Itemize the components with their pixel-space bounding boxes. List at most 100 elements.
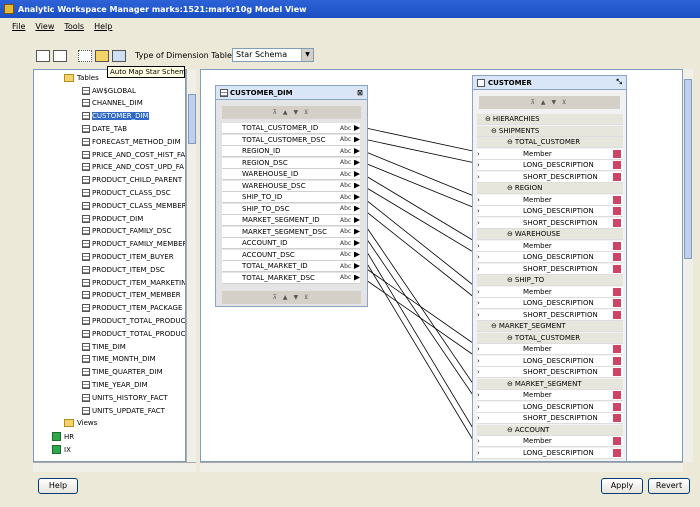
canvas-vertical-scrollbar[interactable] <box>683 69 693 462</box>
tree-folder-views[interactable]: Views <box>64 416 97 429</box>
tree-table-item[interactable]: PRICE_AND_COST_UPD_FA <box>82 161 184 174</box>
expand-icon[interactable]: ⤡ <box>616 78 622 87</box>
tree-vertical-scrollbar[interactable] <box>186 69 196 462</box>
attribute-row[interactable]: › LONG_DESCRIPTION <box>477 447 623 459</box>
tree-table-item[interactable]: TIME_DIM <box>82 340 126 353</box>
collapse-icon[interactable]: ⊖ <box>485 115 491 123</box>
table-column-row[interactable]: MARKET_SEGMENT_ID Abc <box>222 215 360 226</box>
mapping-target-icon[interactable]: › <box>477 253 485 261</box>
tree-table-item[interactable]: PRODUCT_FAMILY_DSC <box>82 225 172 238</box>
collapse-icon[interactable]: ⊖ <box>507 426 513 434</box>
mapping-target-icon[interactable]: › <box>477 196 485 204</box>
connector-icon[interactable] <box>354 240 360 246</box>
chevron-down-icon[interactable]: ▼ <box>301 49 313 61</box>
hierarchy-level-row[interactable]: ⊖ HIERARCHIES <box>477 114 623 125</box>
attribute-row[interactable]: › SHORT_DESCRIPTION <box>477 217 623 229</box>
attribute-row[interactable]: › Member <box>477 194 623 206</box>
table-column-row[interactable]: TOTAL_CUSTOMER_DSC Abc <box>222 134 360 146</box>
revert-button[interactable]: Revert <box>648 478 690 494</box>
scroll-thumb[interactable] <box>684 79 692 259</box>
customer-dimension-node[interactable]: CUSTOMER ⤡ ⊼ ▲ ▼ ⊻ ⊖ HIERARCHIES ⊖ SHIPMENT… <box>472 75 627 461</box>
connector-icon[interactable] <box>354 125 360 131</box>
table-column-row[interactable]: TOTAL_MARKET_ID Abc <box>222 261 360 272</box>
tree-table-item[interactable]: PRODUCT_CLASS_MEMBER <box>82 199 185 212</box>
mapping-target-icon[interactable]: › <box>477 403 485 411</box>
mapping-target-icon[interactable]: › <box>477 357 485 365</box>
table-column-row[interactable]: WAREHOUSE_ID Abc <box>222 169 360 180</box>
hierarchy-level-row[interactable]: ⊖ MARKET_SEGMENT <box>477 321 623 332</box>
connector-icon[interactable] <box>354 205 360 212</box>
mapping-target-icon[interactable]: › <box>477 449 485 457</box>
menu-tools[interactable]: Tools <box>64 22 84 31</box>
tree-table-item[interactable]: PRODUCT_ITEM_BUYER <box>82 250 174 263</box>
attribute-row[interactable]: › SHORT_DESCRIPTION <box>477 367 623 378</box>
connector-icon[interactable] <box>354 251 360 258</box>
attribute-row[interactable]: › Member <box>477 240 623 252</box>
tree-table-item[interactable]: PRODUCT_CLASS_DSC <box>82 186 171 199</box>
mapping-target-icon[interactable]: › <box>477 150 485 158</box>
hierarchy-icon[interactable] <box>112 50 126 62</box>
table-column-row[interactable]: REGION_DSC Abc <box>222 157 360 169</box>
table-column-row[interactable]: ACCOUNT_DSC Abc <box>222 249 360 261</box>
table-column-row[interactable]: MARKET_SEGMENT_DSC Abc <box>222 226 360 238</box>
hierarchy-level-row[interactable]: ⊖ SHIP_TO <box>477 275 623 286</box>
tree-table-item[interactable]: PRODUCT_DIM <box>82 212 143 225</box>
attribute-row[interactable]: › LONG_DESCRIPTION <box>477 252 623 263</box>
model-canvas[interactable]: CUSTOMER_DIM ⊠ ⊼ ▲ ▼ ⊻ TOTAL_CUSTOMER_ID… <box>200 69 683 462</box>
tree-schema-item[interactable]: HR <box>52 430 74 443</box>
tree-table-item[interactable]: AW$GLOBAL <box>82 84 136 97</box>
hierarchy-level-row[interactable]: ⊖ TOTAL_CUSTOMER <box>477 137 623 148</box>
connector-icon[interactable] <box>354 148 360 154</box>
attribute-row[interactable]: › Member <box>477 390 623 401</box>
attribute-row[interactable]: › SHORT_DESCRIPTION <box>477 309 623 321</box>
grid-icon[interactable] <box>78 50 92 62</box>
table-column-row[interactable]: ACCOUNT_ID Abc <box>222 238 360 249</box>
tree-table-item[interactable]: PRODUCT_ITEM_MARKETING <box>82 276 185 289</box>
hierarchy-level-row[interactable]: ⊖ TOTAL_CUSTOMER <box>477 332 623 344</box>
attribute-row[interactable]: › LONG_DESCRIPTION <box>477 355 623 367</box>
tree-table-item[interactable]: PRODUCT_ITEM_PACKAGE <box>82 302 182 315</box>
tree-table-item[interactable]: PRODUCT_TOTAL_PRODUCT <box>82 327 185 340</box>
apply-button[interactable]: Apply <box>601 478 643 494</box>
mapping-target-icon[interactable]: › <box>477 311 485 319</box>
scroll-nav-top[interactable]: ⊼ ▲ ▼ ⊻ <box>222 106 361 119</box>
tree-table-item[interactable]: PRICE_AND_COST_HIST_FA <box>82 148 185 161</box>
tree-folder-tables[interactable]: Tables <box>64 71 99 84</box>
attribute-row[interactable]: › Member <box>477 148 623 160</box>
tree-table-item[interactable]: TIME_YEAR_DIM <box>82 378 148 391</box>
table-column-row[interactable]: TOTAL_MARKET_DSC Abc <box>222 272 360 284</box>
mapping-target-icon[interactable]: › <box>477 288 485 296</box>
collapse-icon[interactable]: ⊖ <box>491 127 497 135</box>
hierarchy-level-row[interactable]: ⊖ MARKET_SEGMENT <box>477 378 623 390</box>
collapse-icon[interactable]: ⊖ <box>491 322 497 330</box>
mapping-target-icon[interactable]: › <box>477 345 485 353</box>
tree-table-item[interactable]: UNITS_HISTORY_FACT <box>82 391 168 404</box>
tree-table-item[interactable]: FORECAST_METHOD_DIM <box>82 135 181 148</box>
scroll-nav-bottom[interactable]: ⊼ ▲ ▼ ⊻ <box>222 291 361 304</box>
auto-map-icon[interactable] <box>95 50 109 62</box>
collapse-icon[interactable]: ⊖ <box>507 230 513 238</box>
mapping-target-icon[interactable]: › <box>477 161 485 169</box>
mapping-target-icon[interactable]: › <box>477 368 485 376</box>
tree-table-item[interactable]: TIME_QUARTER_DIM <box>82 366 163 379</box>
mapping-target-icon[interactable]: › <box>477 242 485 250</box>
scroll-thumb[interactable] <box>188 94 196 144</box>
tree-table-item[interactable]: PRODUCT_ITEM_DSC <box>82 263 165 276</box>
table-column-row[interactable]: SHIP_TO_ID Abc <box>222 192 360 203</box>
collapse-icon[interactable]: ⊖ <box>507 276 513 284</box>
menu-help[interactable]: Help <box>94 22 112 31</box>
connector-icon[interactable] <box>354 182 360 189</box>
collapse-icon[interactable]: ⊖ <box>507 334 513 342</box>
attribute-row[interactable]: › SHORT_DESCRIPTION <box>477 171 623 183</box>
tree-table-item[interactable]: TIME_MONTH_DIM <box>82 353 156 366</box>
table-column-row[interactable]: SHIP_TO_DSC Abc <box>222 203 360 215</box>
attribute-row[interactable]: › SHORT_DESCRIPTION <box>477 413 623 424</box>
table-column-row[interactable]: REGION_ID Abc <box>222 146 360 157</box>
tree-table-item[interactable]: PRODUCT_TOTAL_PRODUCT <box>82 314 185 327</box>
attribute-row[interactable]: › LONG_DESCRIPTION <box>477 298 623 309</box>
mapping-target-icon[interactable]: › <box>477 391 485 399</box>
tree-table-item[interactable]: CUSTOMER_DIM <box>82 110 149 123</box>
connector-icon[interactable] <box>354 217 360 223</box>
canvas-horizontal-scrollbar[interactable] <box>200 462 683 472</box>
tree-table-item[interactable]: PRODUCT_CHILD_PARENT <box>82 174 182 187</box>
